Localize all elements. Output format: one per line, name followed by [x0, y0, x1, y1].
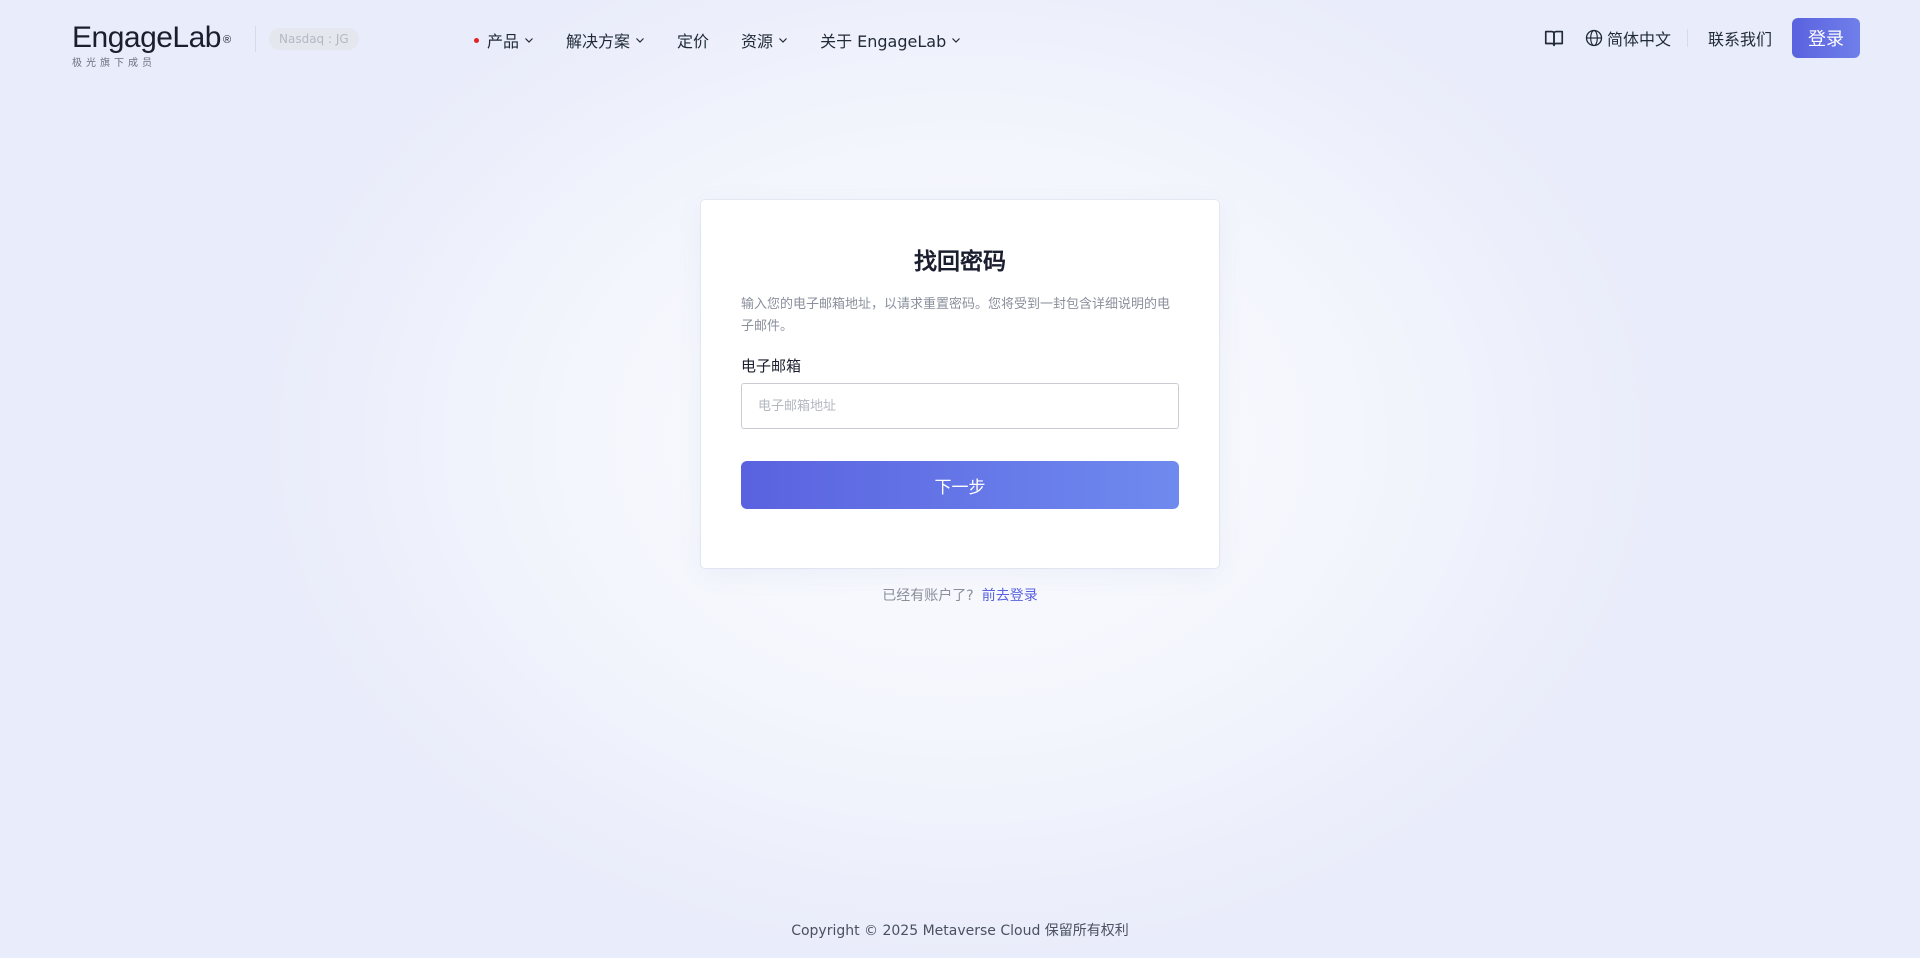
nav-item-pricing[interactable]: 定价 — [677, 24, 709, 56]
chevron-down-icon — [779, 38, 787, 43]
nav-item-about[interactable]: 关于 EngageLab — [820, 24, 961, 56]
nav-item-label: 解决方案 — [566, 32, 631, 51]
header-divider — [1686, 29, 1688, 47]
next-step-button[interactable]: 下一步 — [741, 461, 1179, 509]
logo-wordmark: EngageLab — [72, 21, 222, 54]
contact-us-link[interactable]: 联系我们 — [1708, 26, 1772, 50]
header-actions: 简体中文 联系我们 登录 — [1543, 18, 1860, 58]
engagelab-logo[interactable]: EngageLab ® 极光旗下成员 — [72, 20, 252, 72]
nav-item-solutions[interactable]: 解决方案 — [566, 24, 645, 56]
nav-item-label: 关于 EngageLab — [820, 32, 947, 51]
email-field-label: 电子邮箱 — [741, 357, 802, 375]
new-dot-indicator — [474, 37, 479, 43]
nasdaq-badge: Nasdaq : JG — [269, 28, 359, 50]
logo-divider — [255, 26, 256, 52]
chevron-down-icon — [525, 38, 533, 43]
nav-item-label: 定价 — [677, 32, 710, 51]
login-hint: 已经有账户了? 前去登录 — [0, 586, 1920, 606]
reset-password-card: 找回密码 输入您的电子邮箱地址，以请求重置密码。您将受到一封包含详细说明的电子邮… — [701, 200, 1219, 568]
top-nav-bar: EngageLab ® 极光旗下成员 Nasdaq : JG 产品 解决方案 定价… — [0, 0, 1920, 78]
login-hint-text: 已经有账户了? — [882, 588, 974, 604]
globe-icon — [1585, 29, 1603, 47]
nav-item-products[interactable]: 产品 — [474, 24, 534, 56]
go-login-link[interactable]: 前去登录 — [982, 588, 1038, 604]
footer-copyright: Copyright © 2025 Metaverse Cloud 保留所有权利 — [791, 923, 1129, 939]
nav-item-label: 产品 — [487, 32, 520, 51]
book-icon[interactable] — [1543, 27, 1565, 49]
main-nav: 产品 解决方案 定价 资源 关于 EngageLab — [474, 24, 993, 56]
nav-item-label: 资源 — [741, 32, 774, 51]
registered-mark: ® — [223, 34, 231, 46]
chevron-down-icon — [636, 38, 644, 43]
language-selector[interactable]: 简体中文 — [1584, 26, 1671, 50]
nav-item-resources[interactable]: 资源 — [741, 24, 788, 56]
chevron-down-icon — [952, 38, 961, 43]
language-label: 简体中文 — [1606, 30, 1671, 49]
logo-subtitle: 极光旗下成员 — [72, 58, 156, 69]
form-description: 输入您的电子邮箱地址，以请求重置密码。您将受到一封包含详细说明的电子邮件。 — [741, 297, 1171, 334]
email-field[interactable] — [741, 383, 1179, 429]
page-title: 找回密码 — [914, 249, 1006, 275]
header-login-button[interactable]: 登录 — [1792, 18, 1860, 58]
